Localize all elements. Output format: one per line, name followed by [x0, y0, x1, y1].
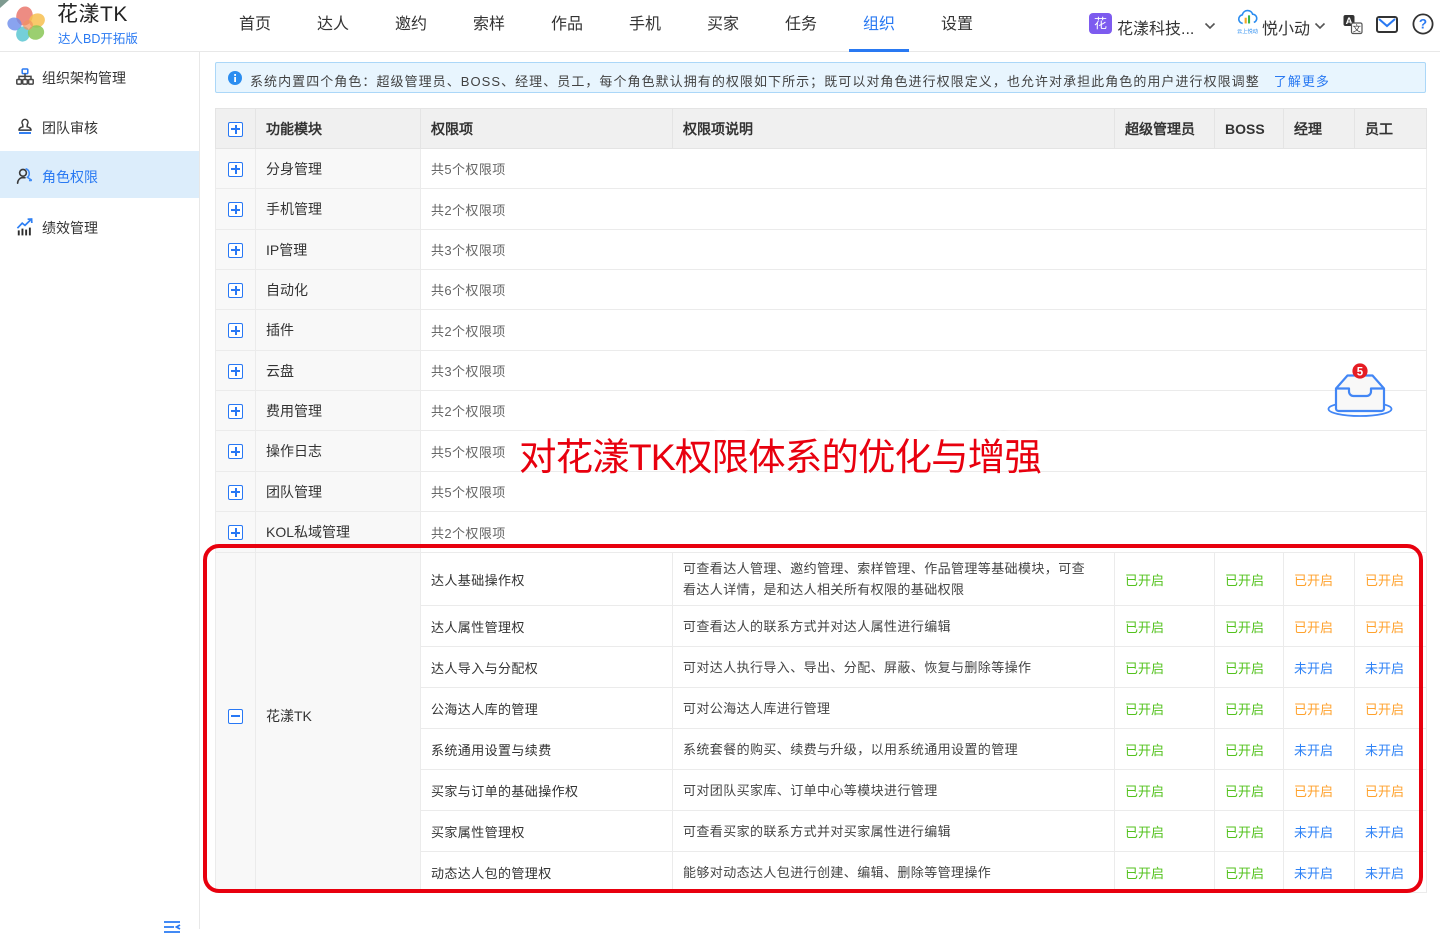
svg-text:?: ?	[1419, 17, 1427, 32]
svg-text:5: 5	[1357, 366, 1364, 378]
svg-text:文: 文	[1353, 24, 1362, 34]
svg-text:云上悦动: 云上悦动	[1237, 27, 1258, 35]
